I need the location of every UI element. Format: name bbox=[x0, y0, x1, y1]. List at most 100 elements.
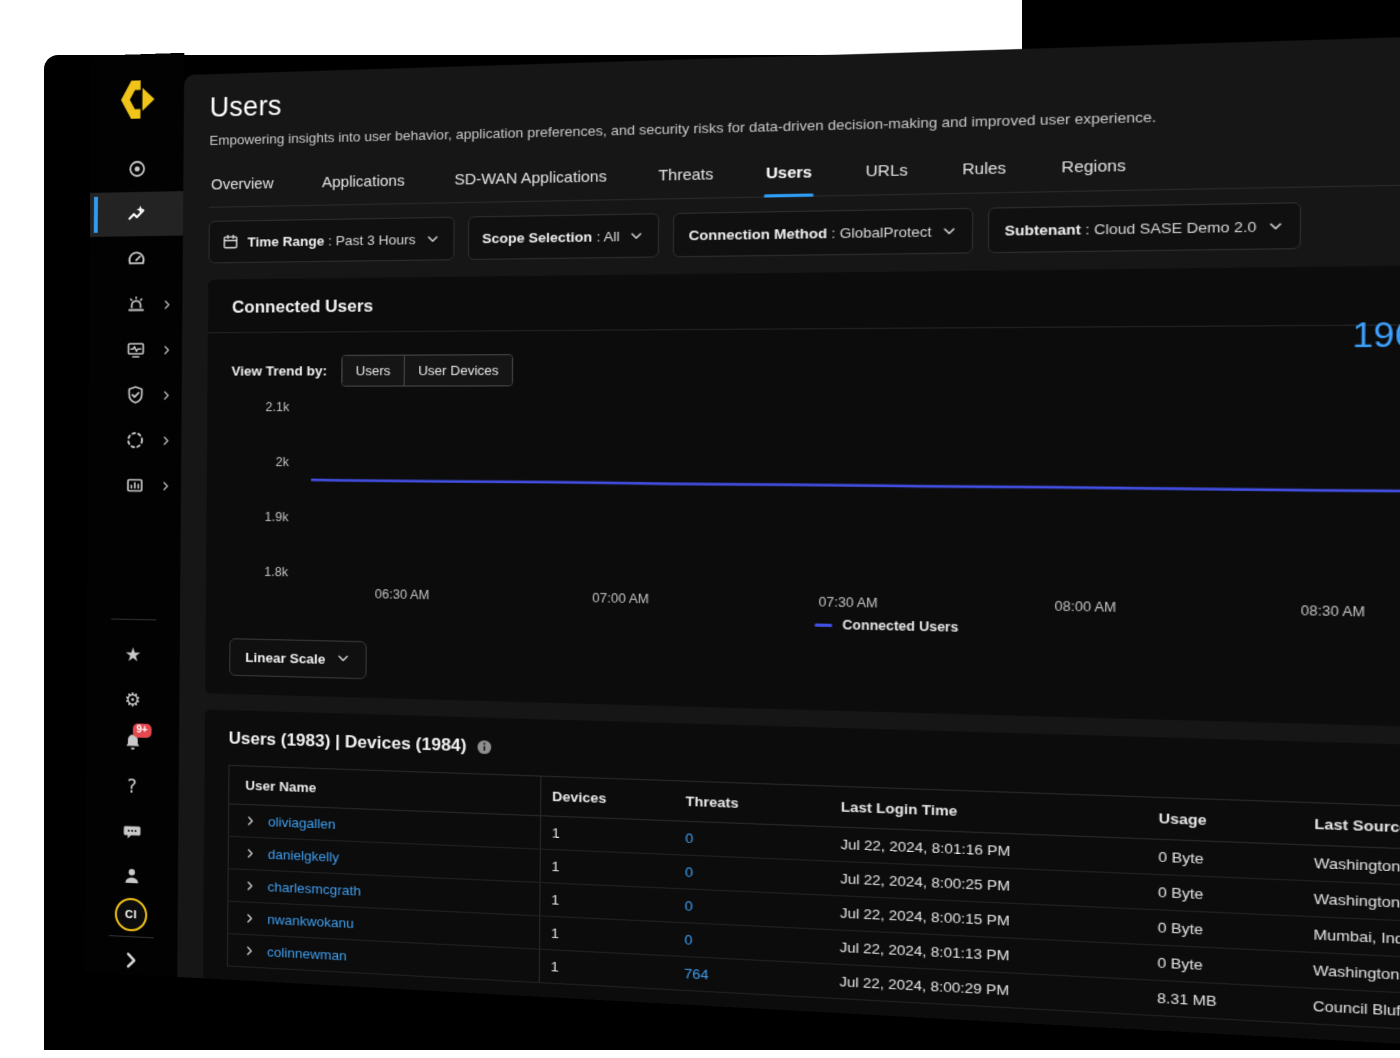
app-window: ★⚙9+?CI Users Empowering insights into u… bbox=[84, 4, 1400, 1058]
sidebar-item-account[interactable] bbox=[85, 852, 178, 900]
tab-threats[interactable]: Threats bbox=[656, 155, 716, 199]
brand-logo-icon bbox=[117, 80, 158, 119]
stat-value: 1963 bbox=[1352, 315, 1400, 356]
help-icon: ? bbox=[127, 777, 137, 796]
sidebar-item-manage[interactable] bbox=[89, 373, 182, 417]
tab-overview[interactable]: Overview bbox=[209, 165, 276, 207]
tab-applications[interactable]: Applications bbox=[320, 162, 407, 205]
settings-icon: ⚙ bbox=[124, 691, 141, 711]
sidebar-item-activity-insights[interactable] bbox=[90, 191, 183, 237]
threats-link[interactable]: 0 bbox=[685, 864, 693, 880]
expand-row-icon[interactable] bbox=[245, 848, 256, 860]
tab-users[interactable]: Users bbox=[764, 153, 815, 197]
expand-row-icon[interactable] bbox=[244, 880, 255, 892]
tab-regions[interactable]: Regions bbox=[1059, 146, 1128, 191]
view-trend-label: View Trend by: bbox=[231, 363, 327, 379]
chevron-down-icon bbox=[629, 228, 644, 243]
user-name-link[interactable]: oliviagallen bbox=[268, 814, 336, 832]
expand-row-icon[interactable] bbox=[244, 945, 255, 957]
column-header-usage[interactable]: Usage bbox=[1147, 797, 1303, 845]
x-axis-tick: 06:30 AM bbox=[375, 587, 429, 603]
y-axis-tick: 1.9k bbox=[265, 510, 290, 525]
threats-link[interactable]: 0 bbox=[684, 932, 692, 948]
sidebar-item-notifications[interactable]: 9+ bbox=[86, 719, 179, 766]
filter-chip-scope-selection[interactable]: Scope Selection : All bbox=[467, 213, 659, 260]
chevron-down-icon bbox=[335, 651, 349, 669]
sidebar-item-dashboards[interactable] bbox=[90, 237, 183, 282]
user-avatar[interactable]: CI bbox=[115, 897, 148, 932]
y-axis-tick: 2k bbox=[276, 455, 290, 470]
connected-users-stat: 1963 (Currently Connected) bbox=[1352, 314, 1400, 356]
devices-count: 1 bbox=[539, 949, 673, 990]
users-table-title: Users (1983) | Devices (1984) bbox=[229, 728, 467, 756]
devices-count: 1 bbox=[541, 816, 675, 855]
filter-chip-time-range[interactable]: Time Range : Past 3 Hours bbox=[208, 217, 454, 264]
scale-selector[interactable]: Linear Scale bbox=[229, 638, 366, 679]
sidebar-avatar[interactable]: CI bbox=[85, 896, 178, 934]
divider bbox=[208, 321, 1400, 333]
usage-value: 8.31 MB bbox=[1145, 980, 1301, 1024]
trend-toggle-users[interactable]: Users bbox=[342, 356, 404, 386]
filter-chip-subtenant[interactable]: Subtenant : Cloud SASE Demo 2.0 bbox=[988, 202, 1301, 253]
sidebar-divider bbox=[87, 618, 180, 621]
info-icon[interactable] bbox=[477, 739, 493, 755]
sidebar-item-incidents-alerts[interactable] bbox=[89, 282, 182, 327]
line-chart: 2.1k2k1.9k1.8k06:30 AM07:00 AM07:30 AM08… bbox=[230, 392, 1400, 631]
divider bbox=[111, 618, 156, 620]
sidebar-item-settings[interactable]: ⚙ bbox=[86, 677, 179, 724]
column-header-threats[interactable]: Threats bbox=[674, 781, 829, 827]
tab-urls[interactable]: URLs bbox=[863, 151, 910, 195]
sidebar-expand-button[interactable] bbox=[84, 948, 177, 973]
trend-toggle-group: UsersUser Devices bbox=[341, 354, 513, 387]
user-name-link[interactable]: nwankwokanu bbox=[267, 912, 354, 932]
expand-sidebar-icon bbox=[121, 950, 141, 971]
favorites-icon: ★ bbox=[125, 645, 142, 664]
tab-sd-wan-applications[interactable]: SD-WAN Applications bbox=[452, 157, 609, 202]
filter-chip-connection-method[interactable]: Connection Method : GlobalProtect bbox=[673, 208, 974, 258]
expand-row-icon[interactable] bbox=[245, 815, 256, 827]
activity-insights-icon bbox=[127, 204, 147, 224]
sidebar-item-feedback[interactable] bbox=[85, 808, 178, 856]
sidebar-item-reports[interactable] bbox=[88, 463, 181, 508]
connected-users-chart: 2.1k2k1.9k1.8k06:30 AM07:00 AM07:30 AM08… bbox=[230, 392, 1400, 653]
scale-selector-label: Linear Scale bbox=[245, 650, 325, 667]
sidebar-item-workflows[interactable] bbox=[88, 418, 181, 463]
x-axis-tick: 07:00 AM bbox=[592, 591, 649, 607]
tab-rules[interactable]: Rules bbox=[960, 148, 1009, 192]
manage-icon bbox=[125, 385, 145, 405]
x-axis-tick: 08:00 AM bbox=[1055, 599, 1117, 616]
chevron-right-icon bbox=[160, 480, 171, 491]
threats-link[interactable]: 0 bbox=[685, 830, 693, 846]
connected-users-title: Connected Users bbox=[232, 282, 1400, 318]
threats-link[interactable]: 764 bbox=[684, 966, 709, 983]
x-axis-tick: 08:30 AM bbox=[1301, 603, 1365, 620]
sidebar-item-command-center[interactable] bbox=[90, 146, 183, 192]
x-axis-tick: 07:30 AM bbox=[819, 594, 878, 610]
dashboards-icon bbox=[126, 249, 146, 269]
account-icon bbox=[121, 866, 141, 887]
sidebar: ★ ⚙ 9+? CI bbox=[84, 53, 184, 977]
sidebar-item-help[interactable]: ? bbox=[86, 763, 179, 811]
chevron-down-icon bbox=[942, 223, 958, 238]
filter-chip-text: Scope Selection : All bbox=[482, 228, 620, 246]
user-name-link[interactable]: charlesmcgrath bbox=[267, 879, 361, 899]
trend-toggle-user-devices[interactable]: User Devices bbox=[404, 355, 513, 385]
brand-logo bbox=[91, 79, 184, 120]
chevron-right-icon bbox=[161, 344, 172, 355]
filter-chip-text: Subtenant : Cloud SASE Demo 2.0 bbox=[1004, 218, 1256, 238]
last-source-region: Council Bluffs, United States bbox=[1301, 988, 1400, 1042]
command-center-icon bbox=[127, 159, 147, 180]
chevron-down-icon bbox=[1267, 218, 1284, 234]
expand-row-icon[interactable] bbox=[244, 913, 255, 925]
legend-label: Connected Users bbox=[842, 618, 958, 635]
notification-badge: 9+ bbox=[132, 723, 151, 738]
feedback-icon bbox=[122, 821, 142, 842]
chevron-right-icon bbox=[161, 389, 172, 400]
sidebar-item-monitor[interactable] bbox=[89, 327, 182, 372]
user-name-link[interactable]: colinnewman bbox=[267, 944, 347, 963]
user-name-link[interactable]: danielgkelly bbox=[268, 847, 339, 865]
threats-link[interactable]: 0 bbox=[684, 898, 692, 914]
column-header-devices[interactable]: Devices bbox=[541, 776, 675, 821]
connected-users-card: Connected Users 1963 (Currently Connecte… bbox=[205, 261, 1400, 739]
sidebar-item-favorites[interactable]: ★ bbox=[87, 632, 180, 678]
